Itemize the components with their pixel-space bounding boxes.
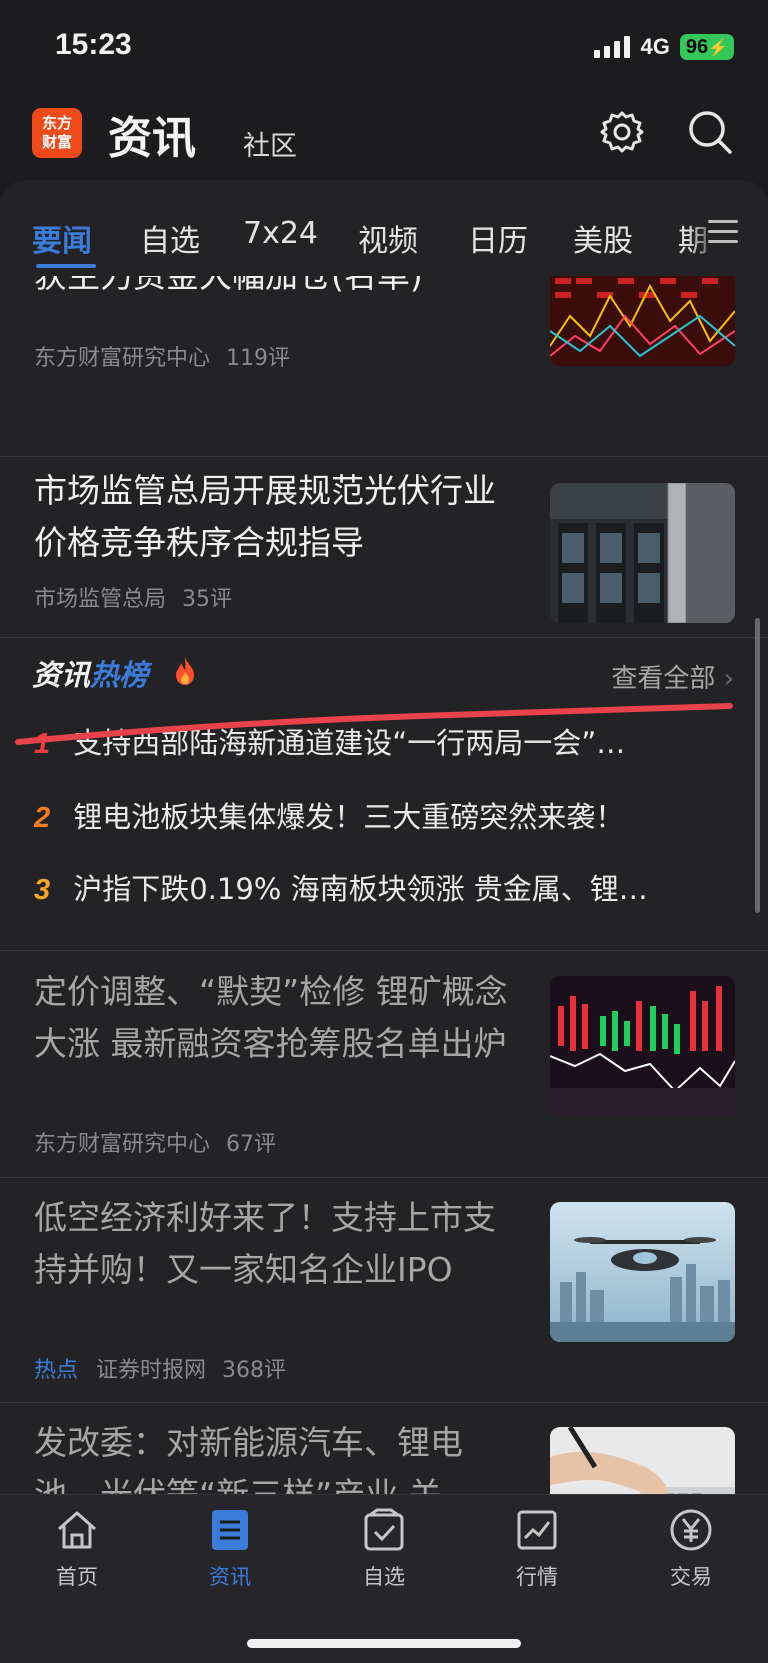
scrollbar[interactable] [755,618,760,913]
rank-number: 1 [34,728,51,760]
bottom-nav: 首页 资讯 自选 行情 交易 [0,1494,768,1663]
news-source: 东方财富研究中心 [34,346,211,371]
news-icon [212,1510,248,1550]
news-comments: 35评 [182,587,233,612]
news-thumbnail [550,976,735,1116]
news-title: 发改委：对新能源汽车、锂电池、光伏等“新三样”产业 关 [34,1423,463,1495]
network-type: 4G [640,34,670,59]
news-title: 市场监管总局开展规范光伏行业价格竞争秩序合规指导 [34,471,496,562]
chart-icon [517,1510,557,1550]
news-title: 低空经济利好来了！支持上市支持并购！又一家知名企业IPO [34,1198,496,1289]
community-tab[interactable]: 社区 [243,124,297,163]
view-all-link[interactable]: 查看全部 › [611,658,734,695]
tab-headlines[interactable]: 要闻 [32,216,92,260]
rank-number: 2 [34,802,51,834]
news-thumbnail [550,1427,735,1495]
nav-news[interactable]: 资讯 [175,1507,285,1591]
channel-tabs: 要闻 自选 7x24 视频 日历 美股 期 [0,180,768,276]
news-meta: 东方财富研究中心 67评 [34,1126,276,1158]
status-bar: 15:23 4G 96⚡ [0,0,768,92]
hot-list-item[interactable]: 3 沪指下跌0.19% 海南板块领涨 贵金属、锂… [34,866,734,908]
news-item[interactable]: 发改委：对新能源汽车、锂电池、光伏等“新三样”产业 关 [0,1403,768,1495]
signal-icon [594,36,631,58]
tab-video[interactable]: 视频 [358,216,418,260]
news-meta: 热点 证券时报网 368评 [34,1352,286,1384]
home-icon [58,1511,96,1549]
news-title: 定价调整、“默契”检修 锂矿概念大涨 最新融资客抢筹股名单出炉 [34,972,508,1063]
watchlist-icon [364,1508,404,1551]
home-indicator [247,1639,521,1648]
status-indicators: 4G 96⚡ [594,34,734,60]
news-thumbnail [550,483,735,623]
hot-item-text: 沪指下跌0.19% 海南板块领涨 贵金属、锂… [73,872,648,906]
content-panel: 要闻 自选 7x24 视频 日历 美股 期 获主力资金大幅加仓(名单) 东方财富… [0,180,768,1495]
hot-list-title: 资讯热榜 [32,658,149,692]
rank-number: 3 [34,874,51,906]
news-source: 市场监管总局 [34,587,167,612]
hot-list: 资讯热榜 查看全部 › 1 支持西部陆海新通道建设“一行两局一会”… 2 锂电池… [0,638,768,951]
hot-tag: 热点 [34,1358,79,1383]
news-comments: 67评 [226,1132,277,1157]
nav-watchlist[interactable]: 自选 [329,1507,439,1591]
flame-icon [176,657,194,685]
news-item[interactable]: 低空经济利好来了！支持上市支持并购！又一家知名企业IPO 热点 证券时报网 368评 [0,1178,768,1403]
nav-label: 资讯 [209,1565,251,1589]
yuan-icon [670,1509,712,1551]
app-logo[interactable]: 东方 财富 [32,108,82,158]
news-item[interactable]: 市场监管总局开展规范光伏行业价格竞争秩序合规指导 市场监管总局 35评 [0,457,768,638]
nav-label: 交易 [670,1565,712,1589]
hot-list-item[interactable]: 1 支持西部陆海新通道建设“一行两局一会”… [34,720,734,762]
hot-item-text: 支持西部陆海新通道建设“一行两局一会”… [73,726,626,760]
nav-label: 自选 [363,1565,405,1589]
news-comments: 119评 [226,346,291,371]
battery-icon: 96⚡ [679,34,734,60]
page-title: 资讯 [108,113,196,164]
hot-item-text: 锂电池板块集体爆发！三大重磅突然来袭！ [73,800,625,834]
nav-home[interactable]: 首页 [22,1507,132,1591]
hot-list-item[interactable]: 2 锂电池板块集体爆发！三大重磅突然来袭！ [34,794,734,836]
search-icon[interactable] [686,108,734,156]
news-item[interactable]: 定价调整、“默契”检修 锂矿概念大涨 最新融资客抢筹股名单出炉 东方财富研究中心… [0,952,768,1178]
menu-icon[interactable] [708,220,738,246]
news-meta: 东方财富研究中心 119评 [34,340,290,372]
nav-label: 行情 [516,1565,558,1589]
news-item[interactable]: 获主力资金大幅加仓(名单) 东方财富研究中心119评 [0,256,768,457]
news-source: 东方财富研究中心 [34,1132,211,1157]
app-header: 东方 财富 资讯 社区 [0,92,768,192]
nav-market[interactable]: 行情 [482,1507,592,1591]
news-thumbnail [550,1202,735,1342]
tab-us-stocks[interactable]: 美股 [573,216,633,260]
news-meta: 市场监管总局 35评 [34,581,232,613]
battery-level: 96 [685,36,709,58]
news-source: 证券时报网 [96,1358,207,1383]
status-time: 15:23 [55,28,132,61]
gear-icon[interactable] [598,108,646,156]
tab-watchlist[interactable]: 自选 [140,216,200,260]
nav-label: 首页 [56,1565,98,1589]
tab-7x24[interactable]: 7x24 [243,216,318,251]
nav-trade[interactable]: 交易 [636,1507,746,1591]
news-comments: 368评 [222,1358,287,1383]
active-tab-indicator [36,264,96,268]
tab-calendar[interactable]: 日历 [468,216,528,260]
